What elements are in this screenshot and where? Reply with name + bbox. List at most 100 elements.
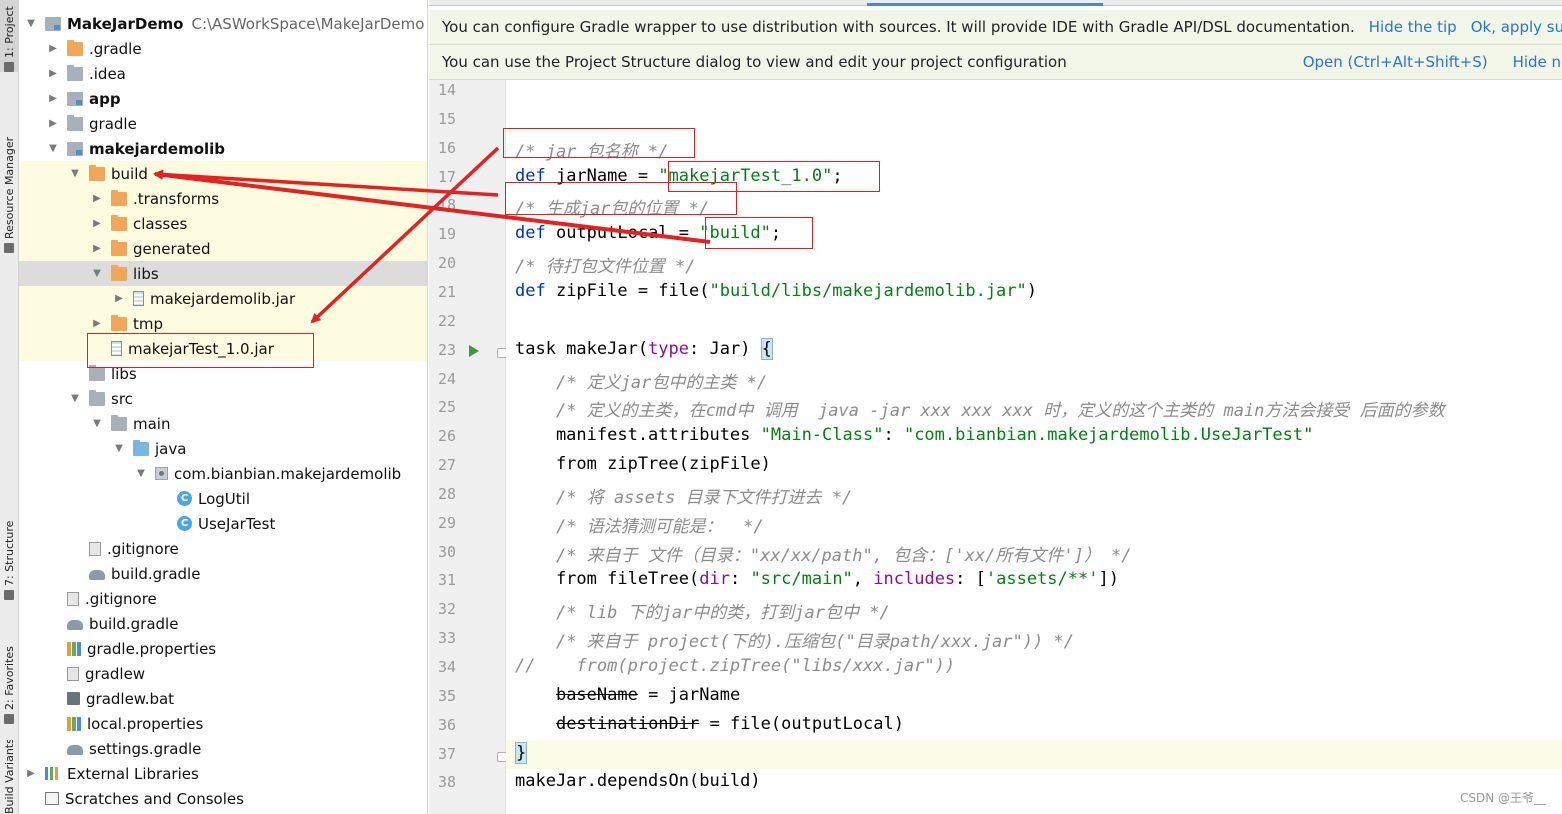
code-line[interactable]: // from(project.zipTree("libs/xxx.jar")): [515, 656, 955, 676]
collapse-arrow-icon[interactable]: ▶: [91, 318, 103, 330]
code-line[interactable]: def jarName = "makejarTest_1.0";: [515, 166, 843, 186]
code-line[interactable]: from zipTree(zipFile): [515, 454, 771, 474]
tree-item[interactable]: ▶ .idea: [19, 61, 427, 86]
project-tree[interactable]: ▼ MakeJarDemo C:\ASWorkSpace\MakeJarDemo ▶.…: [19, 0, 428, 814]
code-line[interactable]: /* 待打包文件位置 */: [515, 252, 695, 277]
tree-item[interactable]: ▶ generated: [19, 236, 427, 261]
expand-arrow-icon[interactable]: ▼: [47, 143, 59, 155]
collapse-arrow-icon[interactable]: ▶: [47, 93, 59, 105]
line-number: 24: [437, 369, 456, 388]
tree-item[interactable]: Scratches and Consoles: [19, 786, 427, 811]
tree-item[interactable]: ▼ main: [19, 411, 427, 436]
code-line[interactable]: task makeJar(type: Jar) {: [515, 337, 773, 360]
tree-item[interactable]: ▼ java: [19, 436, 427, 461]
tree-item[interactable]: build.gradle: [19, 611, 427, 636]
code-line[interactable]: /* jar 包名称 */: [515, 137, 668, 162]
code-line[interactable]: /* 来自于 文件（目录："xx/xx/path", 包含：['xx/所有文件'…: [515, 541, 1132, 566]
code-line[interactable]: /* 来自于 project(下的).压缩包("目录path/xxx.jar")…: [515, 627, 1074, 652]
tree-item[interactable]: build.gradle: [19, 561, 427, 586]
expand-arrow-icon[interactable]: ▼: [91, 418, 103, 430]
tree-item[interactable]: ▶ classes: [19, 211, 427, 236]
tree-item[interactable]: local.properties: [19, 711, 427, 736]
code-line[interactable]: baseName = jarName: [515, 685, 740, 705]
collapse-arrow-icon[interactable]: ▶: [25, 768, 37, 780]
code-line[interactable]: /* 生成jar包的位置 */: [515, 194, 709, 219]
collapse-arrow-icon[interactable]: ▶: [113, 293, 125, 305]
expand-arrow-icon[interactable]: ▼: [69, 168, 81, 180]
collapse-arrow-icon[interactable]: ▶: [91, 193, 103, 205]
code-token: task makeJar(: [515, 338, 649, 359]
code-line[interactable]: /* 定义jar包中的主类 */: [515, 368, 767, 393]
code-token: /* 来自于 文件（目录："xx/xx/path", 包含：['xx/所有文件'…: [555, 545, 1132, 566]
line-number: 17: [437, 167, 456, 186]
star-icon: [4, 714, 15, 724]
tree-item-label: UseJarTest: [198, 514, 276, 533]
tree-item[interactable]: ▶ .transforms: [19, 186, 427, 211]
code-editor[interactable]: /* jar 包名称 */ def jarName = "makejarTest_…: [506, 80, 1562, 814]
code-line[interactable]: /* 将 assets 目录下文件打进去 */: [515, 483, 852, 508]
structure-tab[interactable]: 7: Structure: [0, 500, 19, 600]
tree-item[interactable]: C UseJarTest: [19, 511, 427, 536]
expand-arrow-icon[interactable]: ▼: [113, 443, 125, 455]
collapse-arrow-icon[interactable]: ▶: [47, 68, 59, 80]
code-line[interactable]: /* 语法猜测可能是： */: [515, 512, 764, 537]
hide-tip-link[interactable]: Hide the tip: [1369, 18, 1457, 36]
tree-item[interactable]: ▶ External Libraries: [19, 761, 427, 786]
tree-item[interactable]: gradlew.bat: [19, 686, 427, 711]
tree-item[interactable]: ▶ makejardemolib.jar: [19, 286, 427, 311]
tree-item[interactable]: ▼ com.bianbian.makejardemolib: [19, 461, 427, 486]
apply-suggestion-link[interactable]: Ok, apply sugg: [1471, 18, 1562, 36]
editor-tab-bar[interactable]: [429, 0, 1562, 6]
tree-item[interactable]: makejarTest_1.0.jar: [19, 336, 427, 361]
hide-notification-link[interactable]: Hide notif: [1513, 53, 1562, 71]
expand-arrow-icon[interactable]: ▼: [91, 268, 103, 280]
collapse-arrow-icon[interactable]: ▶: [91, 218, 103, 230]
code-line[interactable]: from fileTree(dir: "src/main", includes:…: [515, 569, 1119, 589]
resource-manager-tab[interactable]: Resource Manager: [0, 108, 19, 253]
tree-item[interactable]: libs: [19, 361, 427, 386]
tree-item[interactable]: ▶ .gradle: [19, 36, 427, 61]
watermark: CSDN @王爷__: [1459, 791, 1546, 805]
tree-item-label: java: [155, 439, 187, 458]
code-line[interactable]: def zipFile = file("build/libs/makejarde…: [515, 281, 1037, 301]
orange-folder-icon: [111, 264, 127, 281]
expand-arrow-icon[interactable]: ▼: [135, 468, 147, 480]
tree-item[interactable]: ▶ app: [19, 86, 427, 111]
code-line[interactable]: /* 定义的主类，在cmd中 调用 java -jar xxx xxx xxx …: [515, 396, 1445, 421]
tree-item[interactable]: gradlew: [19, 661, 427, 686]
tree-item[interactable]: ▼ MakeJarDemo C:\ASWorkSpace\MakeJarDemo: [19, 11, 427, 36]
code-line[interactable]: /* lib 下的jar中的类，打到jar包中 */: [515, 598, 890, 623]
editor-gutter[interactable]: 14 15 16 17 18 19 20 21 22 23 24 25 26 27 28 29 30 31 32 33…: [429, 80, 507, 814]
code-line[interactable]: def outputLocal = "build";: [515, 223, 781, 243]
code-token: : [: [955, 569, 986, 590]
expand-arrow-icon[interactable]: ▼: [25, 18, 37, 30]
collapse-arrow-icon[interactable]: ▶: [47, 43, 59, 55]
tree-item[interactable]: C LogUtil: [19, 486, 427, 511]
code-line[interactable]: destinationDir = file(outputLocal): [515, 714, 904, 734]
run-gutter-icon[interactable]: [469, 344, 479, 357]
tree-item[interactable]: settings.gradle: [19, 736, 427, 761]
code-line[interactable]: makeJar.dependsOn(build): [515, 771, 761, 791]
expand-arrow-icon[interactable]: ▼: [69, 393, 81, 405]
line-number: 27: [437, 456, 456, 475]
tree-item[interactable]: ▶ gradle: [19, 111, 427, 136]
project-tool-tab[interactable]: 1: Project: [0, 0, 19, 72]
tree-item[interactable]: ▼ build: [19, 161, 427, 186]
open-project-structure-link[interactable]: Open (Ctrl+Alt+Shift+S): [1303, 53, 1488, 71]
tree-item[interactable]: ▼ makejardemolib: [19, 136, 427, 161]
code-line[interactable]: }: [515, 741, 528, 764]
tree-item[interactable]: .gitignore: [19, 586, 427, 611]
code-token: makeJar.dependsOn(build): [515, 771, 761, 792]
tree-item[interactable]: gradle.properties: [19, 636, 427, 661]
favorites-tab[interactable]: 2: Favorites: [0, 624, 19, 724]
collapse-arrow-icon[interactable]: ▶: [47, 118, 59, 130]
collapse-arrow-icon[interactable]: ▶: [91, 243, 103, 255]
tree-item[interactable]: ▶ tmp: [19, 311, 427, 336]
tree-item[interactable]: ▼ src: [19, 386, 427, 411]
code-line[interactable]: manifest.attributes "Main-Class": "com.b…: [515, 425, 1313, 445]
tree-item[interactable]: ▼ libs: [19, 261, 427, 286]
tree-item[interactable]: .gitignore: [19, 536, 427, 561]
build-variants-tab[interactable]: Build Variants: [0, 740, 19, 814]
code-token: /* 定义的主类，在cmd中 调用 java -jar xxx xxx xxx …: [555, 401, 1445, 422]
